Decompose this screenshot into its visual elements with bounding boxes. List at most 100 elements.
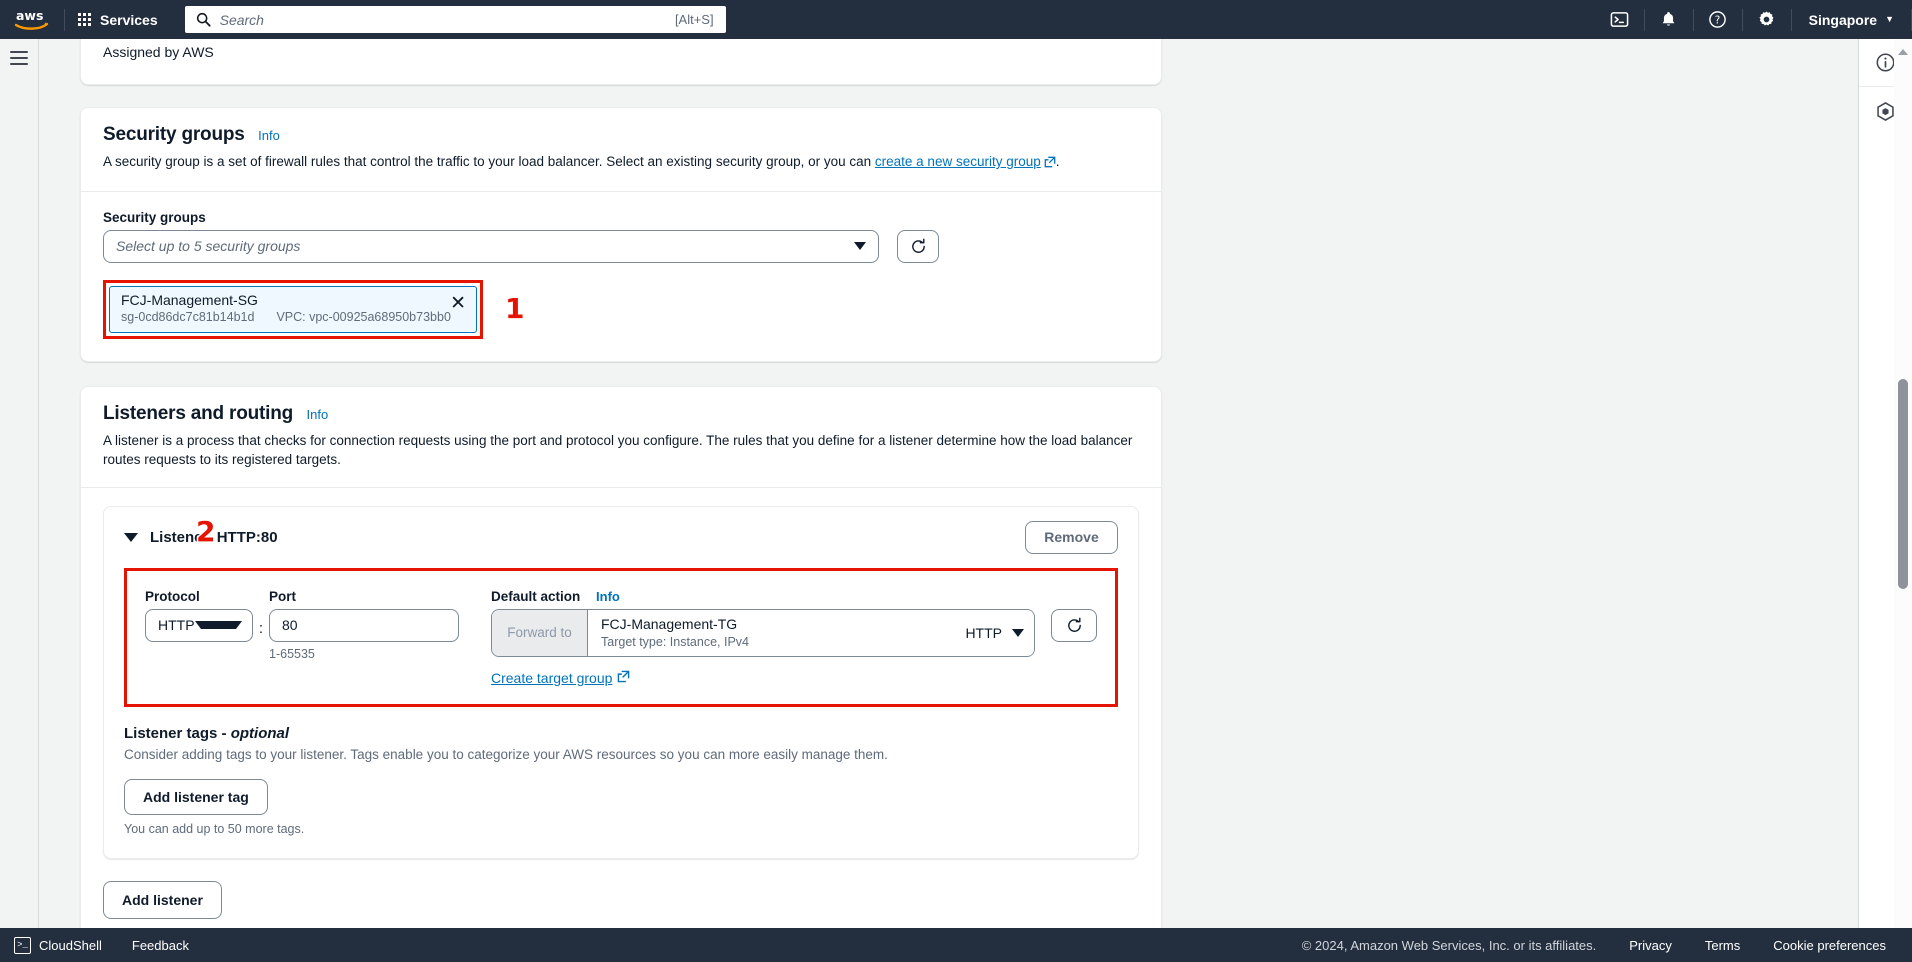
forward-to-group: Forward to FCJ-Management-TG Target type… xyxy=(491,609,1035,657)
aws-logo[interactable]: aws xyxy=(0,0,64,39)
menu-hamburger-icon[interactable] xyxy=(10,51,28,944)
security-groups-description-pre: A security group is a set of firewall ru… xyxy=(103,154,875,169)
notifications-icon[interactable] xyxy=(1645,0,1693,39)
grid-icon xyxy=(78,13,91,26)
chevron-down-icon xyxy=(854,242,866,250)
protocol-port-separator: : xyxy=(253,589,269,637)
protocol-column: Protocol HTTP xyxy=(145,589,253,642)
remove-security-group-icon[interactable]: ✕ xyxy=(450,294,466,313)
feedback-link[interactable]: Feedback xyxy=(132,938,189,953)
chevron-down-icon xyxy=(1012,629,1024,637)
collapse-toggle-icon[interactable] xyxy=(124,533,138,542)
privacy-link[interactable]: Privacy xyxy=(1629,938,1672,953)
listener-tags-title-main: Listener tags - xyxy=(124,725,231,742)
page-footer: >_ CloudShell Feedback © 2024, Amazon We… xyxy=(0,928,1912,962)
cloudshell-icon[interactable] xyxy=(1596,0,1644,39)
services-menu-button[interactable]: Services xyxy=(65,0,171,39)
listener-form-row: Protocol HTTP : Port xyxy=(145,589,1097,688)
region-label: Singapore xyxy=(1809,12,1877,28)
security-groups-body: Security groups Select up to 5 security … xyxy=(81,192,1161,361)
page-scrollbar[interactable] xyxy=(1894,39,1912,944)
search-shortcut-hint: [Alt+S] xyxy=(675,12,726,27)
create-target-group-link[interactable]: Create target group xyxy=(491,670,630,686)
security-groups-description: A security group is a set of firewall ru… xyxy=(103,152,1139,174)
cloudshell-icon: >_ xyxy=(14,937,31,954)
selected-security-groups: FCJ-Management-SG sg-0cd86dc7c81b14b1d V… xyxy=(103,280,1139,339)
create-new-security-group-link[interactable]: create a new security group xyxy=(875,154,1041,169)
listeners-info-link[interactable]: Info xyxy=(307,407,329,422)
add-listener-tag-button[interactable]: Add listener tag xyxy=(124,779,268,815)
listener-tags-description: Consider adding tags to your listener. T… xyxy=(124,747,1118,762)
port-column: Port 1-65535 xyxy=(269,589,459,661)
listener-form: Protocol HTTP : Port xyxy=(127,571,1115,704)
security-group-token-details: sg-0cd86dc7c81b14b1d VPC: vpc-00925a6895… xyxy=(121,310,466,324)
port-input[interactable] xyxy=(269,609,459,642)
security-groups-panel: Security groups Info A security group is… xyxy=(80,107,1162,362)
default-action-label: Default action Info xyxy=(491,589,1097,604)
help-icon[interactable]: ? xyxy=(1694,0,1742,39)
scroll-up-arrow-icon[interactable] xyxy=(1898,49,1908,55)
global-search[interactable]: [Alt+S] xyxy=(185,6,726,33)
services-label: Services xyxy=(100,12,158,28)
target-group-select[interactable]: FCJ-Management-TG Target type: Instance,… xyxy=(588,610,1034,656)
form-column: Assigned by AWS Security groups Info A s… xyxy=(80,39,1162,942)
protocol-label: Protocol xyxy=(145,589,253,604)
add-listener-tag-wrap: Add listener tag xyxy=(124,779,1118,815)
target-group-refresh-button[interactable] xyxy=(1051,609,1097,642)
listeners-body: Listener 2 HTTP:80 Remove Protocol xyxy=(81,488,1161,881)
terms-link[interactable]: Terms xyxy=(1705,938,1740,953)
settings-gear-icon[interactable] xyxy=(1743,0,1791,39)
annotation-marker-2: 2 xyxy=(196,518,215,546)
default-action-label-text: Default action xyxy=(491,589,580,604)
svg-text:aws: aws xyxy=(16,8,43,23)
assigned-by-aws-text: Assigned by AWS xyxy=(103,44,214,60)
search-input[interactable] xyxy=(220,7,675,32)
target-group-type: Target type: Instance, IPv4 xyxy=(601,635,965,649)
security-group-token[interactable]: FCJ-Management-SG sg-0cd86dc7c81b14b1d V… xyxy=(109,286,477,333)
cloudshell-button[interactable]: >_ CloudShell xyxy=(14,937,102,954)
annotation-box-2: Protocol HTTP : Port xyxy=(124,568,1118,707)
security-group-vpc: VPC: vpc-00925a68950b73bb0 xyxy=(276,310,450,324)
default-action-column: Default action Info Forward to xyxy=(491,589,1097,688)
svg-text:?: ? xyxy=(1715,15,1721,27)
security-groups-description-post: . xyxy=(1056,154,1060,169)
listener-tags-title: Listener tags - optional xyxy=(124,725,1118,742)
security-groups-refresh-button[interactable] xyxy=(897,230,939,263)
create-target-group-label: Create target group xyxy=(491,670,612,686)
nav-right-group: ? Singapore ▼ xyxy=(1596,0,1912,39)
scrollbar-thumb[interactable] xyxy=(1898,379,1908,589)
target-group-protocol: HTTP xyxy=(965,625,1002,641)
cloudshell-label: CloudShell xyxy=(39,938,102,953)
region-selector[interactable]: Singapore ▼ xyxy=(1792,0,1911,39)
annotation-box-1: FCJ-Management-SG sg-0cd86dc7c81b14b1d V… xyxy=(103,280,483,339)
search-icon xyxy=(196,12,211,27)
listeners-header: Listeners and routing Info A listener is… xyxy=(81,387,1161,488)
top-navigation-bar: aws Services [Alt+S] ? xyxy=(0,0,1912,39)
security-group-id: sg-0cd86dc7c81b14b1d xyxy=(121,310,254,324)
security-group-token-name: FCJ-Management-SG xyxy=(121,291,466,309)
security-groups-select-row: Select up to 5 security groups xyxy=(103,230,1139,263)
listener-card: Listener 2 HTTP:80 Remove Protocol xyxy=(103,506,1139,859)
add-listener-button[interactable]: Add listener xyxy=(103,881,222,919)
footer-right-group: © 2024, Amazon Web Services, Inc. or its… xyxy=(1302,938,1912,953)
listeners-and-routing-panel: Listeners and routing Info A listener is… xyxy=(80,386,1162,942)
annotation-marker-1: 1 xyxy=(505,295,524,323)
remove-listener-button[interactable]: Remove xyxy=(1025,521,1118,554)
security-groups-info-link[interactable]: Info xyxy=(258,128,280,143)
port-label: Port xyxy=(269,589,459,604)
security-groups-select[interactable]: Select up to 5 security groups xyxy=(103,230,879,263)
default-action-info-link[interactable]: Info xyxy=(596,589,620,604)
external-link-icon xyxy=(1044,154,1056,174)
port-range-hint: 1-65535 xyxy=(269,647,459,661)
target-group-name: FCJ-Management-TG xyxy=(601,616,965,634)
default-action-controls: Forward to FCJ-Management-TG Target type… xyxy=(491,609,1097,657)
protocol-select[interactable]: HTTP xyxy=(145,609,253,642)
external-link-icon xyxy=(617,670,630,686)
listeners-title: Listeners and routing xyxy=(103,403,293,424)
security-groups-header: Security groups Info A security group is… xyxy=(81,108,1161,192)
listener-card-title: Listener 2 HTTP:80 xyxy=(150,529,278,546)
listeners-description: A listener is a process that checks for … xyxy=(103,431,1139,470)
listener-tags-section: Listener tags - optional Consider adding… xyxy=(104,707,1138,858)
cookie-preferences-link[interactable]: Cookie preferences xyxy=(1773,938,1886,953)
listener-header-value: HTTP:80 xyxy=(217,529,278,546)
